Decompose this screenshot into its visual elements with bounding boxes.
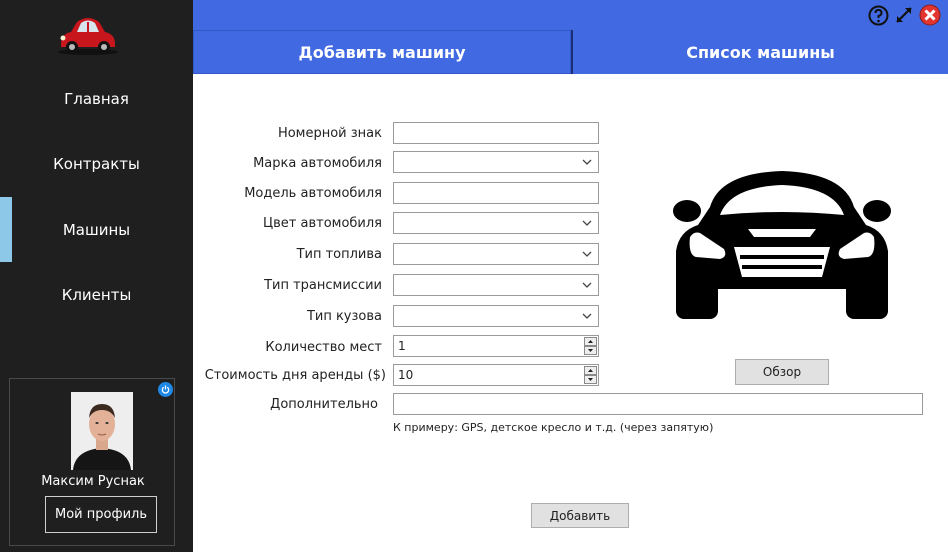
my-profile-button[interactable]: Мой профиль <box>45 496 157 533</box>
additional-label: Дополнительно <box>270 397 378 412</box>
help-icon[interactable] <box>868 5 889 26</box>
close-icon[interactable] <box>919 4 941 26</box>
tab-label: Список машины <box>686 42 835 62</box>
sidebar-item-label: Машины <box>62 221 131 239</box>
sidebar-item-label: Контракты <box>53 155 140 173</box>
chevron-down-icon <box>582 251 592 257</box>
avatar <box>71 392 133 470</box>
decrement-button[interactable] <box>584 375 597 384</box>
chevron-down-icon <box>582 159 592 165</box>
seats-count-stepper[interactable]: 1 <box>393 335 599 357</box>
sidebar-item-label: Главная <box>64 90 129 108</box>
seats-count-label: Количество мест <box>265 340 382 355</box>
profile-card: Максим Руснак Мой профиль <box>9 378 175 546</box>
fuel-type-select[interactable] <box>393 243 599 265</box>
user-name: Максим Руснак <box>41 474 145 489</box>
additional-hint: К примеру: GPS, детское кресло и т.д. (ч… <box>393 421 714 434</box>
title-bar <box>193 0 948 30</box>
car-color-select[interactable] <box>393 212 599 234</box>
daily-price-stepper[interactable]: 10 <box>393 364 599 386</box>
increment-button[interactable] <box>584 366 597 375</box>
body-type-select[interactable] <box>393 305 599 327</box>
tab-add-car[interactable]: Добавить машину <box>193 30 571 74</box>
transmission-type-select[interactable] <box>393 274 599 296</box>
car-logo-icon <box>58 18 118 55</box>
daily-price-label: Стоимость дня аренды ($) <box>204 368 386 383</box>
increment-button[interactable] <box>584 337 597 346</box>
car-image-icon <box>673 171 891 319</box>
stepper-buttons <box>584 337 597 355</box>
body-type-label: Тип кузова <box>306 309 382 324</box>
sidebar-item-cars[interactable]: Машины <box>0 221 193 239</box>
car-color-label: Цвет автомобиля <box>263 216 382 231</box>
browse-button[interactable]: Обзор <box>735 359 829 385</box>
maximize-icon[interactable] <box>894 5 914 25</box>
decrement-button[interactable] <box>584 346 597 355</box>
plate-number-label: Номерной знак <box>277 126 382 141</box>
car-model-input[interactable] <box>393 182 599 204</box>
chevron-down-icon <box>582 313 592 319</box>
tab-bar: Добавить машину Список машины <box>193 30 948 74</box>
additional-input[interactable] <box>393 393 923 415</box>
sidebar-item-home[interactable]: Главная <box>0 90 193 108</box>
stepper-buttons <box>584 366 597 384</box>
sidebar-item-clients[interactable]: Клиенты <box>0 286 193 304</box>
tab-car-list[interactable]: Список машины <box>571 30 948 74</box>
power-icon[interactable] <box>158 382 173 397</box>
car-model-label: Модель автомобиля <box>244 186 382 201</box>
sidebar-item-contracts[interactable]: Контракты <box>0 155 193 173</box>
chevron-down-icon <box>582 220 592 226</box>
chevron-down-icon <box>582 282 592 288</box>
fuel-type-label: Тип топлива <box>296 247 382 262</box>
sidebar-item-label: Клиенты <box>61 286 132 304</box>
add-button[interactable]: Добавить <box>531 503 629 528</box>
sidebar: Главная Контракты Машины Клиенты Максим … <box>0 0 193 552</box>
transmission-type-label: Тип трансмиссии <box>264 278 382 293</box>
plate-number-input[interactable] <box>393 122 599 144</box>
car-make-select[interactable] <box>393 151 599 173</box>
tab-label: Добавить машину <box>298 42 466 62</box>
car-make-label: Марка автомобиля <box>253 156 382 171</box>
